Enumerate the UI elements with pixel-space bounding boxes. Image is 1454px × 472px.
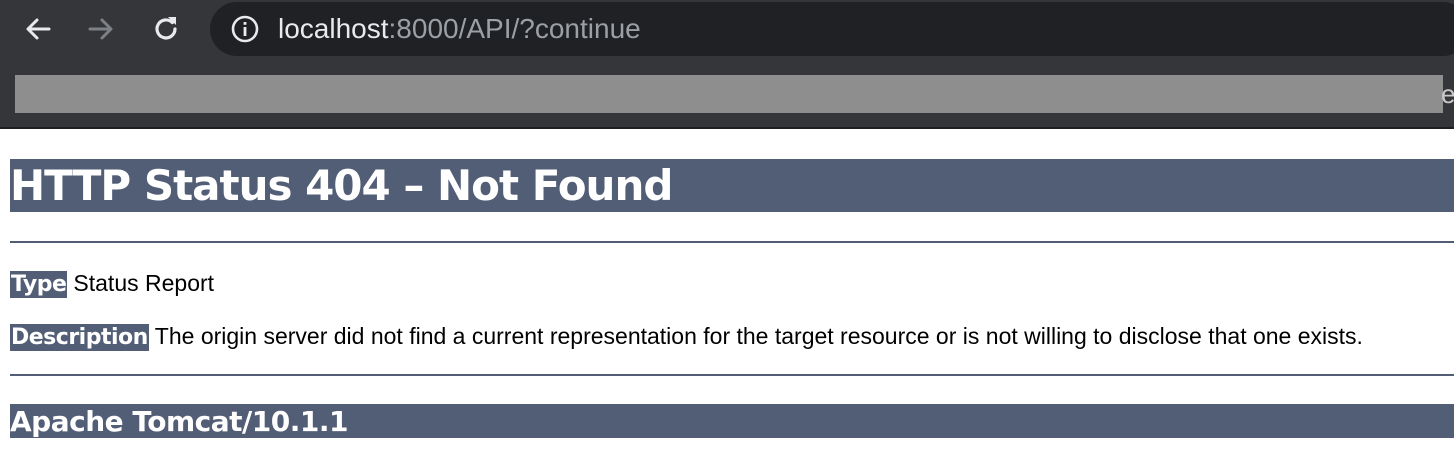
page-title: HTTP Status 404 – Not Found bbox=[10, 159, 1454, 212]
description-row: Description The origin server did not fin… bbox=[10, 322, 1363, 351]
browser-toolbar: localhost:8000/API/?continue bbox=[0, 0, 1454, 58]
divider-bottom bbox=[10, 374, 1454, 376]
url-path: :8000/API/?continue bbox=[388, 13, 641, 44]
redacted-bookmarks bbox=[15, 75, 1443, 113]
info-circle-icon[interactable] bbox=[230, 14, 260, 44]
bookmarks-bar: e bbox=[0, 58, 1454, 128]
description-label: Description bbox=[10, 324, 149, 351]
address-bar[interactable]: localhost:8000/API/?continue bbox=[210, 2, 1454, 56]
url-text[interactable]: localhost:8000/API/?continue bbox=[278, 2, 641, 56]
arrow-right-icon bbox=[88, 18, 113, 40]
bookmark-label-fragment[interactable]: e bbox=[1441, 80, 1454, 108]
browser-chrome: localhost:8000/API/?continue e bbox=[0, 0, 1454, 129]
description-value: The origin server did not find a current… bbox=[154, 323, 1363, 349]
reload-button[interactable] bbox=[145, 8, 187, 50]
type-label: Type bbox=[10, 271, 68, 298]
divider-top bbox=[10, 241, 1454, 243]
page-content: HTTP Status 404 – Not Found Type Status R… bbox=[0, 129, 1454, 472]
forward-button[interactable] bbox=[80, 8, 122, 50]
url-host: localhost bbox=[278, 13, 389, 44]
arrow-left-icon bbox=[26, 18, 51, 40]
type-row: Type Status Report bbox=[10, 269, 214, 298]
back-button[interactable] bbox=[17, 8, 59, 50]
type-value: Status Report bbox=[73, 270, 215, 296]
server-footer: Apache Tomcat/10.1.1 bbox=[10, 404, 1454, 438]
reload-icon bbox=[155, 17, 177, 40]
